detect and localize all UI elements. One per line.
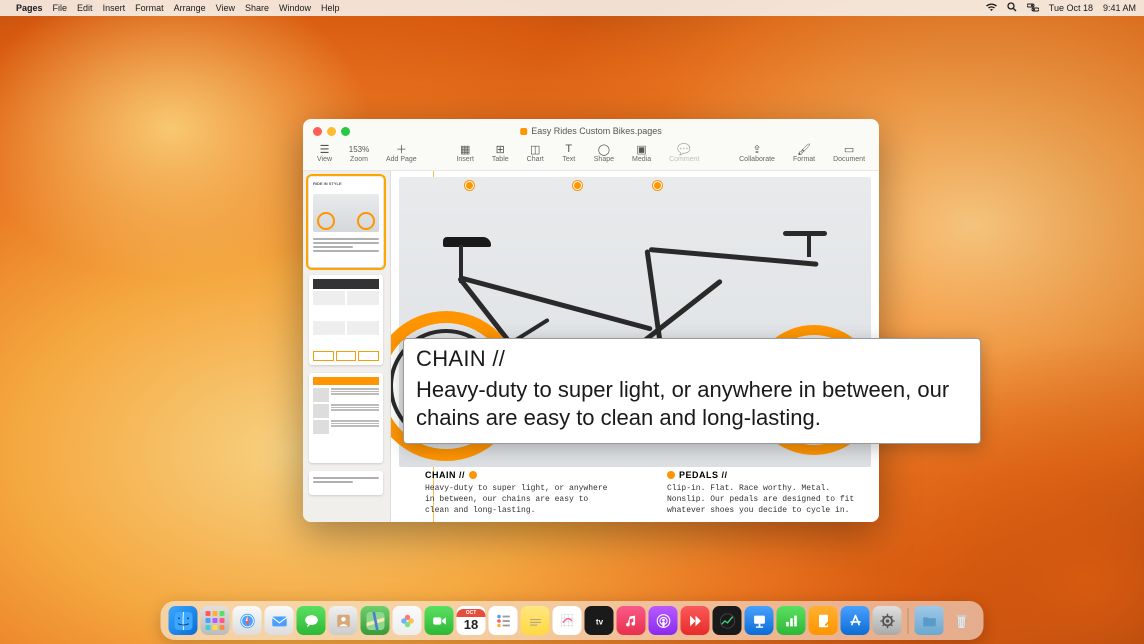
document-icon: ▭ (842, 143, 856, 155)
toolbar-text[interactable]: TText (562, 143, 576, 163)
toolbar-zoom[interactable]: 153%Zoom (350, 143, 368, 163)
dock-freeform[interactable] (553, 606, 582, 635)
column-pedals[interactable]: PEDALS // Clip-in. Flat. Race worthy. Me… (667, 469, 859, 517)
app-menu[interactable]: Pages (16, 3, 43, 13)
col-body: Clip-in. Flat. Race worthy. Metal. Nonsl… (667, 484, 859, 516)
dock-reminders[interactable] (489, 606, 518, 635)
dock-maps[interactable] (361, 606, 390, 635)
hover-title: CHAIN // (416, 345, 968, 374)
marker-icon (469, 471, 477, 479)
spotlight-icon[interactable] (1007, 2, 1017, 14)
collaborate-icon: ⇪ (750, 143, 764, 155)
menu-share[interactable]: Share (245, 3, 269, 13)
toolbar-shape[interactable]: ◯Shape (594, 143, 614, 163)
dock-downloads[interactable] (915, 606, 944, 635)
format-icon: 🖌 (797, 143, 811, 155)
chart-icon: ◫ (528, 143, 542, 155)
menu-help[interactable]: Help (321, 3, 340, 13)
zoom-value: 153% (352, 143, 366, 155)
dock-numbers[interactable] (777, 606, 806, 635)
svg-text:tv: tv (595, 617, 603, 626)
menu-insert[interactable]: Insert (103, 3, 126, 13)
dock-finder[interactable] (169, 606, 198, 635)
wifi-icon[interactable] (986, 3, 997, 14)
toolbar-table[interactable]: ⊞Table (492, 143, 509, 163)
col-header: PEDALS // (679, 469, 728, 481)
maximize-button[interactable] (341, 127, 350, 136)
col-header: CHAIN // (425, 469, 465, 481)
callout-marker[interactable] (653, 181, 662, 190)
dock-tv[interactable]: tv (585, 606, 614, 635)
dock-news[interactable] (681, 606, 710, 635)
toolbar-collaborate[interactable]: ⇪Collaborate (739, 143, 775, 163)
dock-safari[interactable] (233, 606, 262, 635)
window-title: Easy Rides Custom Bikes.pages (520, 126, 662, 136)
dock-mail[interactable] (265, 606, 294, 635)
toolbar: ☰View 153%Zoom ＋Add Page ▦Insert ⊞Table … (303, 143, 879, 171)
toolbar-add-page[interactable]: ＋Add Page (386, 143, 417, 163)
col-body: Heavy-duty to super light, or anywhere i… (425, 484, 617, 516)
thumbnail-page-4[interactable] (309, 471, 383, 495)
menubar-time[interactable]: 9:41 AM (1103, 3, 1136, 13)
titlebar[interactable]: Easy Rides Custom Bikes.pages (303, 119, 879, 143)
toolbar-format[interactable]: 🖌Format (793, 143, 815, 163)
dock-calendar[interactable]: OCT18 (457, 606, 486, 635)
thumbnail-page-1[interactable]: RIDE IN STYLE (309, 177, 383, 267)
menubar-date[interactable]: Tue Oct 18 (1049, 3, 1093, 13)
shape-icon: ◯ (597, 143, 611, 155)
dock-settings[interactable] (873, 606, 902, 635)
text-icon: T (562, 143, 576, 155)
callout-marker[interactable] (573, 181, 582, 190)
thumbnail-page-2[interactable] (309, 275, 383, 365)
pages-window: Easy Rides Custom Bikes.pages ☰View 153%… (303, 119, 879, 522)
dock-music[interactable] (617, 606, 646, 635)
menu-view[interactable]: View (216, 3, 235, 13)
document-proxy-icon[interactable] (520, 128, 527, 135)
close-button[interactable] (313, 127, 322, 136)
toolbar-document[interactable]: ▭Document (833, 143, 865, 163)
dock-podcasts[interactable] (649, 606, 678, 635)
column-chain[interactable]: CHAIN // Heavy-duty to super light, or a… (425, 469, 617, 517)
dock-pages[interactable] (809, 606, 838, 635)
callout-marker[interactable] (465, 181, 474, 190)
table-icon: ⊞ (493, 143, 507, 155)
menu-window[interactable]: Window (279, 3, 311, 13)
page-thumbnails[interactable]: RIDE IN STYLE (303, 171, 391, 522)
dock-trash[interactable] (947, 606, 976, 635)
menubar: Pages File Edit Insert Format Arrange Vi… (0, 0, 1144, 16)
dock: OCT18 tv (161, 601, 984, 640)
hover-text-panel: CHAIN // Heavy-duty to super light, or a… (403, 338, 981, 444)
hover-body: Heavy-duty to super light, or anywhere i… (416, 376, 968, 433)
dock-contacts[interactable] (329, 606, 358, 635)
toolbar-chart[interactable]: ◫Chart (527, 143, 544, 163)
menu-arrange[interactable]: Arrange (174, 3, 206, 13)
toolbar-comment[interactable]: 💬Comment (669, 143, 699, 163)
view-icon: ☰ (318, 143, 332, 155)
thumbnail-page-3[interactable] (309, 373, 383, 463)
toolbar-insert[interactable]: ▦Insert (456, 143, 474, 163)
toolbar-view[interactable]: ☰View (317, 143, 332, 163)
dock-appstore[interactable] (841, 606, 870, 635)
dock-separator (908, 608, 909, 634)
minimize-button[interactable] (327, 127, 336, 136)
dock-photos[interactable] (393, 606, 422, 635)
control-center-icon[interactable] (1027, 3, 1039, 14)
dock-keynote[interactable] (745, 606, 774, 635)
dock-facetime[interactable] (425, 606, 454, 635)
add-page-icon: ＋ (394, 143, 408, 155)
menu-edit[interactable]: Edit (77, 3, 93, 13)
comment-icon: 💬 (677, 143, 691, 155)
dock-launchpad[interactable] (201, 606, 230, 635)
menu-file[interactable]: File (53, 3, 68, 13)
menu-format[interactable]: Format (135, 3, 164, 13)
dock-messages[interactable] (297, 606, 326, 635)
marker-icon (667, 471, 675, 479)
traffic-lights (313, 127, 350, 136)
toolbar-media[interactable]: ▣Media (632, 143, 651, 163)
media-icon: ▣ (635, 143, 649, 155)
insert-icon: ▦ (458, 143, 472, 155)
dock-stocks[interactable] (713, 606, 742, 635)
dock-notes[interactable] (521, 606, 550, 635)
